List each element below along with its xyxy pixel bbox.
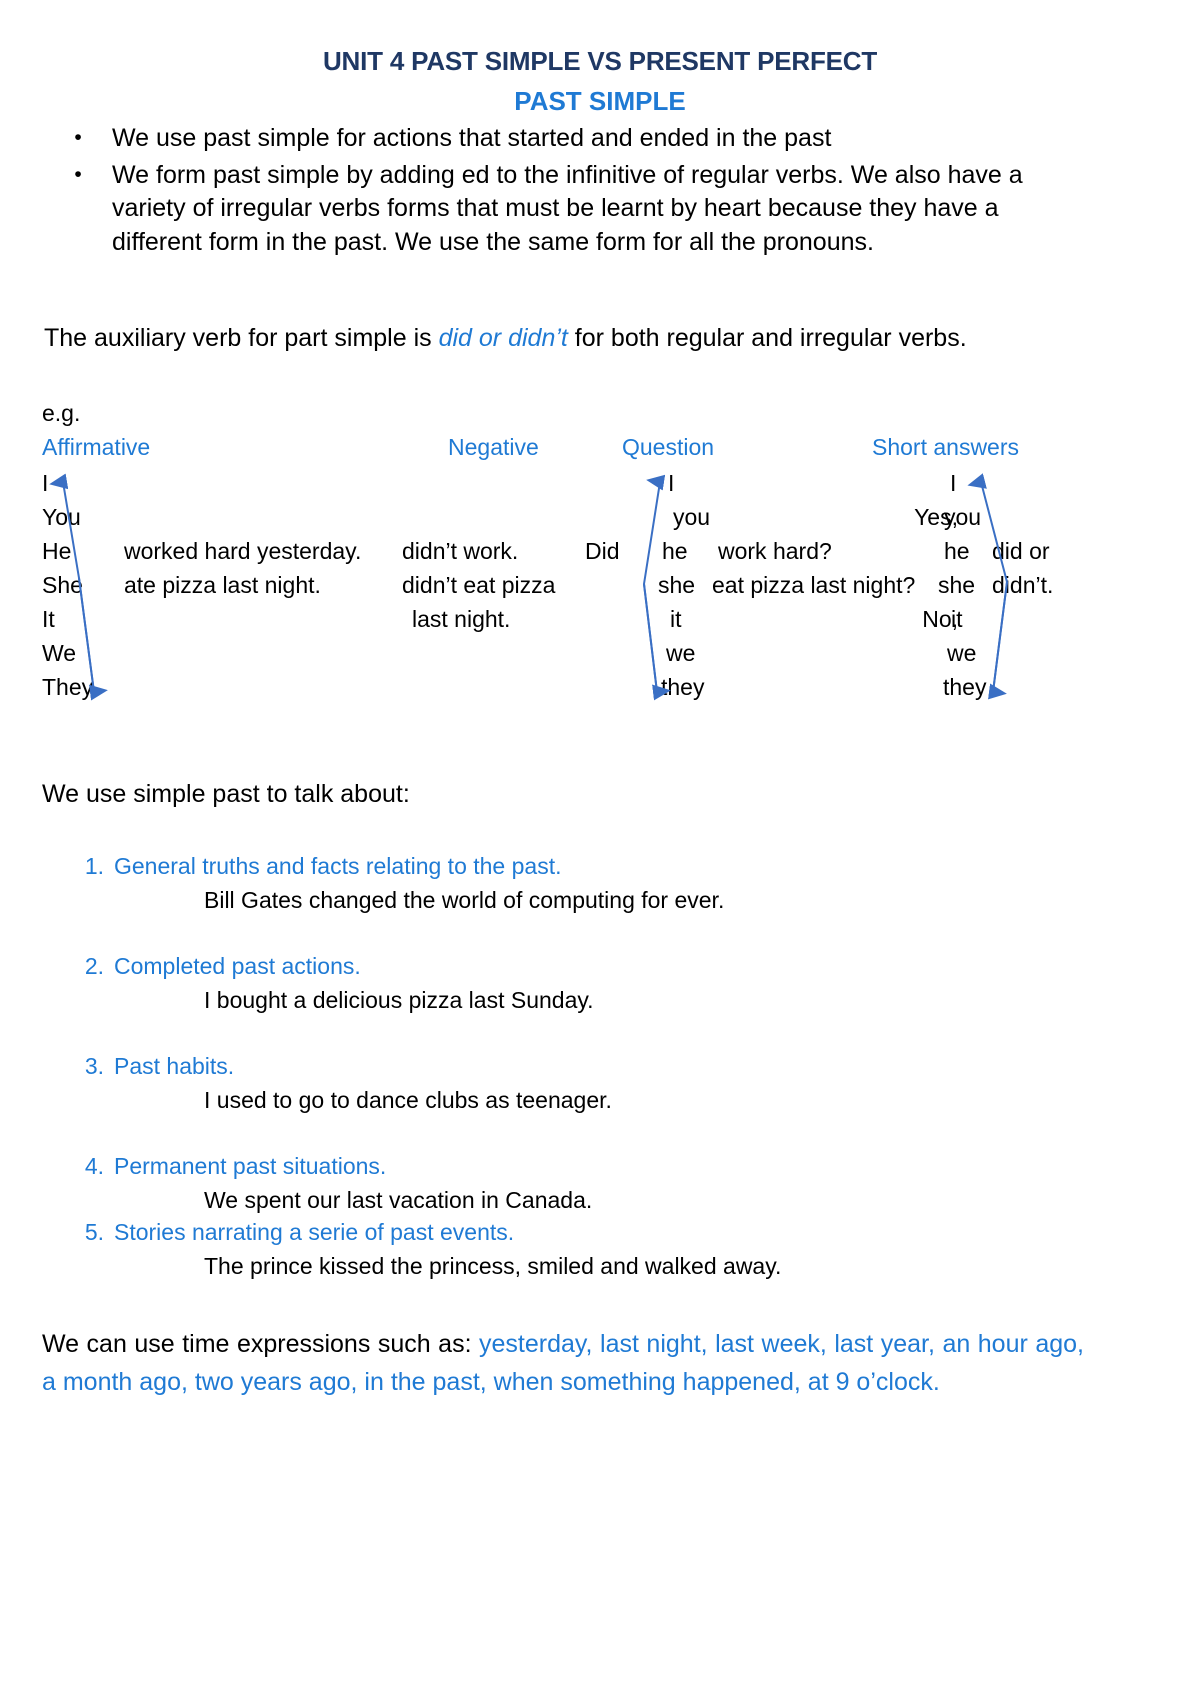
pronoun-short-answer: it — [951, 606, 963, 632]
example-label: e.g. — [42, 400, 81, 426]
pronoun-question: it — [670, 606, 682, 632]
pronoun-short-answer: she — [938, 572, 976, 598]
bullet-dot-icon: • — [74, 126, 82, 149]
pronoun-affirmative: She — [42, 572, 83, 598]
pronoun-question: we — [666, 640, 696, 666]
usage-numbered-list: 1. General truths and facts relating to … — [0, 852, 1200, 1281]
pronoun-short-answer: I — [950, 470, 957, 496]
auxiliary-emphasis: did or didn’t — [438, 324, 568, 352]
closing-paragraph: We can use time expressions such as: yes… — [42, 1325, 1084, 1401]
pronoun-affirmative: He — [42, 538, 72, 564]
usage-example: The prince kissed the princess, smiled a… — [204, 1252, 782, 1279]
document-page: UNIT 4 PAST SIMPLE VS PRESENT PERFECT PA… — [0, 0, 1200, 1698]
list-item: • We form past simple by adding ed to th… — [44, 159, 1084, 260]
usage-item-heading: 4. Permanent past situations. — [0, 1152, 1200, 1181]
bullet-text: We form past simple by adding ed to the … — [112, 160, 1023, 256]
bullet-text: We use past simple for actions that star… — [112, 124, 832, 152]
list-label: General truths and facts relating to the… — [114, 853, 562, 879]
usage-example: I used to go to dance clubs as teenager. — [204, 1087, 612, 1114]
list-label: Stories narrating a serie of past events… — [114, 1218, 515, 1245]
closing-lead-text: We can use time expressions such as: — [42, 1330, 480, 1358]
pronoun-short-answer: he — [944, 538, 970, 564]
pronoun-short-answer: you — [944, 504, 982, 530]
negative-phrase: didn’t work. — [402, 538, 519, 564]
list-number: 2. — [84, 952, 104, 979]
column-header-short-answers: Short answers — [872, 434, 1020, 460]
negative-phrase: last night. — [412, 606, 511, 632]
short-answer-arrow-down — [988, 581, 1008, 700]
usage-example: Bill Gates changed the world of computin… — [204, 887, 725, 914]
pronoun-affirmative: You — [42, 504, 81, 530]
list-label: Permanent past situations. — [114, 1152, 387, 1179]
usage-example: I bought a delicious pizza last Sunday. — [204, 987, 594, 1014]
pronoun-short-answer: we — [947, 640, 977, 666]
question-auxiliary: Did — [585, 538, 620, 564]
question-verb-phrase: work hard? — [718, 538, 832, 564]
usage-example: We spent our last vacation in Canada. — [204, 1187, 593, 1214]
usage-item-heading: 3. Past habits. — [0, 1052, 1200, 1081]
list-label: Completed past actions. — [114, 952, 361, 979]
pronoun-question: I — [668, 470, 675, 496]
list-item: 5. Stories narrating a serie of past eve… — [0, 1218, 1200, 1282]
pronoun-affirmative: I — [42, 470, 49, 496]
pronoun-question: he — [662, 538, 688, 564]
list-item: 3. Past habits. I used to go to dance cl… — [0, 1052, 1200, 1116]
usage-item-heading: 2. Completed past actions. — [0, 952, 1200, 981]
list-item: 2. Completed past actions. I bought a de… — [0, 952, 1200, 1016]
list-number: 3. — [84, 1052, 104, 1079]
page-subtitle: PAST SIMPLE — [514, 86, 686, 116]
pronoun-affirmative: We — [42, 640, 77, 666]
intro-bullet-list: • We use past simple for actions that st… — [44, 122, 1084, 259]
affirmative-verb-phrase: worked hard yesterday. — [124, 538, 362, 564]
list-number: 1. — [84, 853, 104, 879]
pronoun-affirmative: They — [42, 674, 94, 700]
pronoun-question: you — [673, 504, 711, 530]
usage-lead-text: We use simple past to talk about: — [42, 780, 410, 808]
bullet-dot-icon: • — [74, 162, 82, 186]
column-header-negative: Negative — [448, 434, 539, 460]
affirmative-verb-phrase: ate pizza last night. — [124, 572, 321, 598]
conjugation-table: Affirmative Negative Question Short answ… — [0, 434, 1200, 724]
page-title: UNIT 4 PAST SIMPLE VS PRESENT PERFECT — [322, 46, 878, 76]
short-answer-lead-no: No, — [922, 606, 958, 632]
pronoun-question: she — [658, 572, 696, 598]
auxiliary-text-after: for both regular and irregular verbs. — [567, 324, 967, 352]
auxiliary-text-before: The auxiliary verb for part simple is — [44, 324, 439, 352]
short-answer-auxiliary: did or — [992, 538, 1050, 564]
pronoun-affirmative: It — [42, 606, 55, 632]
question-arrow-down — [643, 583, 671, 701]
pronoun-short-answer: they — [943, 674, 987, 700]
negative-phrase: didn’t eat pizza — [402, 572, 556, 598]
column-header-question: Question — [622, 434, 715, 460]
list-item: 4. Permanent past situations. We spent o… — [0, 1152, 1200, 1216]
list-number: 4. — [84, 1152, 104, 1179]
list-item: 1. General truths and facts relating to … — [0, 852, 1200, 916]
list-label: Past habits. — [114, 1052, 235, 1079]
pronoun-question: they — [661, 674, 705, 700]
list-item: • We use past simple for actions that st… — [44, 122, 1084, 156]
question-verb-phrase: eat pizza last night? — [712, 572, 916, 598]
usage-item-heading: 1. General truths and facts relating to … — [0, 852, 1200, 881]
list-number: 5. — [84, 1218, 104, 1245]
usage-item-heading: 5. Stories narrating a serie of past eve… — [0, 1218, 1200, 1247]
short-answer-auxiliary: didn’t. — [992, 572, 1054, 598]
auxiliary-verb-statement: The auxiliary verb for part simple is di… — [44, 322, 1084, 355]
column-header-affirmative: Affirmative — [42, 434, 151, 460]
